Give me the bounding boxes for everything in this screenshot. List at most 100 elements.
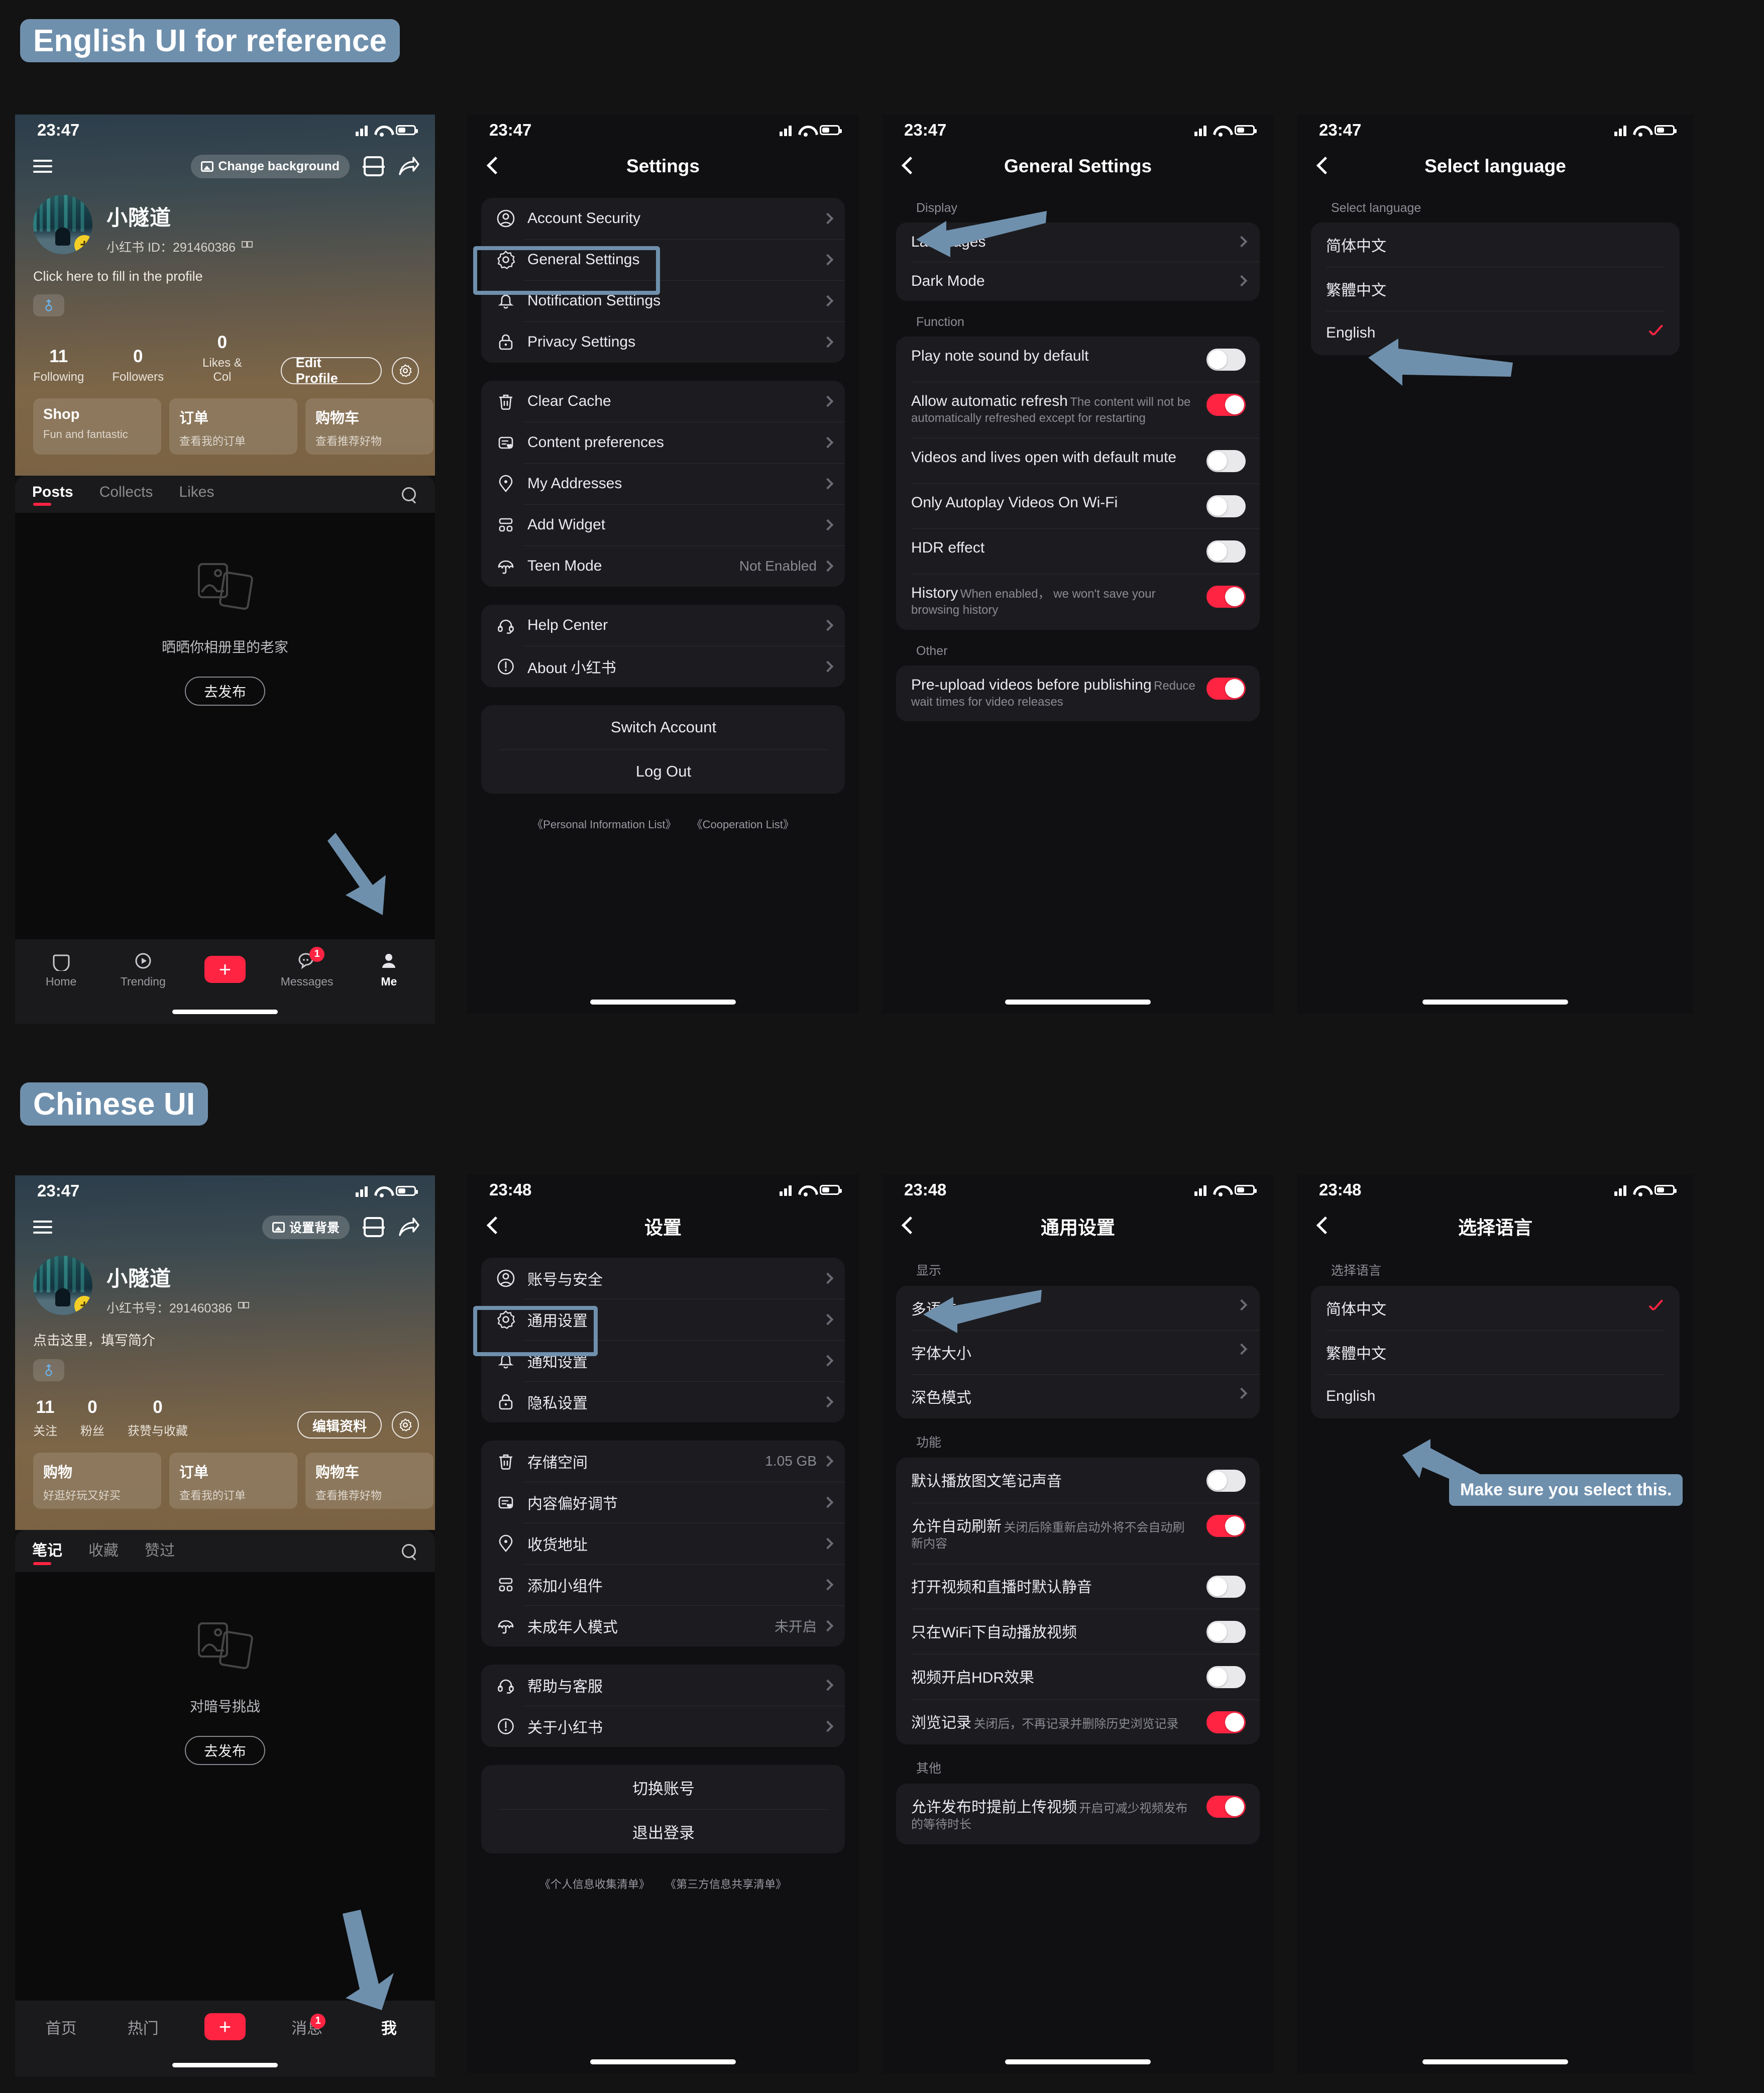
log-out-button[interactable]: Log Out [481, 749, 845, 794]
tab-notes[interactable]: 笔记 [32, 1538, 62, 1565]
settings-row-about[interactable]: 关于小红书 [481, 1706, 845, 1747]
scan-icon[interactable] [363, 155, 385, 177]
stat-likes[interactable]: 0 获赞与收藏 [128, 1398, 188, 1439]
row-hdr-effect[interactable]: HDR effect [896, 528, 1260, 574]
language-option-traditional-chinese[interactable]: 繁體中文 [1311, 1330, 1680, 1374]
search-icon[interactable] [401, 1543, 418, 1560]
settings-row-about[interactable]: About 小红书 [481, 646, 845, 687]
back-icon[interactable] [897, 155, 919, 177]
settings-gear-button[interactable] [392, 357, 419, 384]
row-history[interactable]: 浏览记录 关闭后，不再记录并删除历史浏览记录 [896, 1699, 1260, 1744]
row-languages[interactable]: Languages [896, 223, 1260, 262]
personal-information-list-link[interactable]: 《Personal Information List》 [532, 818, 676, 831]
menu-icon[interactable] [33, 156, 52, 176]
share-icon[interactable] [397, 1216, 420, 1238]
nav-trending[interactable]: 热门 [116, 2016, 171, 2038]
row-font-size[interactable]: 字体大小 [896, 1330, 1260, 1374]
back-icon[interactable] [482, 155, 504, 177]
toggle-default-mute[interactable] [1206, 1575, 1246, 1598]
avatar-add-icon[interactable]: + [74, 235, 92, 254]
toggle-autoplay-wifi[interactable] [1206, 495, 1246, 517]
log-out-button[interactable]: 退出登录 [481, 1809, 845, 1853]
row-autoplay-wifi[interactable]: 只在WiFi下自动播放视频 [896, 1608, 1260, 1654]
back-icon[interactable] [1312, 155, 1334, 177]
avatar[interactable]: + [33, 195, 92, 254]
toggle-hdr-effect[interactable] [1206, 1666, 1246, 1688]
row-default-mute[interactable]: Videos and lives open with default mute [896, 437, 1260, 483]
language-option-simplified-chinese[interactable]: 简体中文 [1311, 1286, 1680, 1330]
tab-collects[interactable]: 收藏 [88, 1538, 119, 1565]
back-icon[interactable] [1312, 1215, 1334, 1237]
profile-card[interactable]: 订单 查看我的订单 [169, 1453, 297, 1509]
profile-card[interactable]: 订单 查看我的订单 [169, 398, 297, 455]
edit-profile-button[interactable]: 编辑资料 [297, 1411, 382, 1439]
settings-row-add-widget[interactable]: Add Widget [481, 504, 845, 545]
language-option-simplified-chinese[interactable]: 简体中文 [1311, 223, 1680, 267]
publish-button[interactable]: 去发布 [184, 677, 265, 706]
toggle-preupload-videos[interactable] [1206, 677, 1246, 700]
change-background-button[interactable]: Change background [191, 154, 350, 178]
settings-row-privacy-settings[interactable]: Privacy Settings [481, 321, 845, 363]
settings-row-content-preferences[interactable]: 内容偏好调节 [481, 1482, 845, 1523]
row-hdr-effect[interactable]: 视频开启HDR效果 [896, 1654, 1260, 1699]
qrcode-icon[interactable] [242, 241, 253, 252]
edit-profile-button[interactable]: Edit Profile [280, 355, 382, 386]
change-background-button[interactable]: 设置背景 [262, 1215, 350, 1239]
tab-likes[interactable]: Likes [179, 484, 214, 506]
stat-following[interactable]: 11 关注 [33, 1398, 57, 1439]
row-allow-auto-refresh[interactable]: Allow automatic refresh The content will… [896, 382, 1260, 438]
back-icon[interactable] [897, 1215, 919, 1237]
cooperation-list-link[interactable]: 《Cooperation List》 [692, 818, 794, 831]
settings-row-storage[interactable]: 存储空间 1.05 GB [481, 1441, 845, 1482]
switch-account-button[interactable]: 切换账号 [481, 1765, 845, 1809]
nav-home[interactable]: Home [34, 951, 89, 988]
search-icon[interactable] [401, 486, 418, 503]
share-icon[interactable] [397, 155, 420, 177]
profile-card[interactable]: 购物车 查看推荐好物 [305, 398, 433, 455]
row-dark-mode[interactable]: Dark Mode [896, 262, 1260, 301]
switch-account-button[interactable]: Switch Account [481, 705, 845, 749]
nav-messages[interactable]: 1 Messages [279, 946, 335, 988]
settings-row-help-center[interactable]: 帮助与客服 [481, 1665, 845, 1706]
settings-row-content-preferences[interactable]: Content preferences [481, 422, 845, 463]
settings-row-clear-cache[interactable]: Clear Cache [481, 381, 845, 422]
toggle-play-note-sound[interactable] [1206, 349, 1246, 371]
stat-following[interactable]: 11 Following [33, 348, 84, 384]
toggle-default-mute[interactable] [1206, 450, 1246, 472]
settings-row-my-addresses[interactable]: My Addresses [481, 463, 845, 504]
profile-card[interactable]: Shop Fun and fantastic [33, 398, 161, 455]
row-preupload-videos[interactable]: 允许发布时提前上传视频 开启可减少视频发布的等待时长 [896, 1784, 1260, 1844]
nav-create[interactable]: + [197, 956, 253, 983]
settings-row-general-settings[interactable]: 通用设置 [481, 1299, 845, 1340]
nav-me[interactable]: Me [361, 951, 416, 988]
qrcode-icon[interactable] [238, 1302, 250, 1313]
row-play-note-sound[interactable]: 默认播放图文笔记声音 [896, 1458, 1260, 1503]
toggle-autoplay-wifi[interactable] [1206, 1620, 1246, 1643]
row-default-mute[interactable]: 打开视频和直播时默认静音 [896, 1563, 1260, 1609]
tab-liked[interactable]: 赞过 [145, 1538, 175, 1565]
tab-collects[interactable]: Collects [99, 484, 153, 506]
row-dark-mode[interactable]: 深色模式 [896, 1374, 1260, 1418]
personal-information-list-link[interactable]: 《个人信息收集清单》 [539, 1878, 650, 1891]
row-autoplay-wifi[interactable]: Only Autoplay Videos On Wi-Fi [896, 483, 1260, 528]
row-history[interactable]: History When enabled， we won't save your… [896, 573, 1260, 630]
settings-row-account-security[interactable]: Account Security [481, 198, 845, 239]
avatar-add-icon[interactable]: + [74, 1296, 92, 1315]
row-languages[interactable]: 多语言 [896, 1286, 1260, 1330]
nav-me[interactable]: 我 [361, 2016, 416, 2038]
settings-row-teen-mode[interactable]: 未成年人模式 未开启 [481, 1605, 845, 1646]
stat-followers[interactable]: 0 Followers [112, 348, 164, 384]
language-option-traditional-chinese[interactable]: 繁體中文 [1311, 267, 1680, 311]
settings-row-my-addresses[interactable]: 收货地址 [481, 1523, 845, 1564]
stat-followers[interactable]: 0 粉丝 [80, 1398, 104, 1439]
toggle-history[interactable] [1206, 585, 1246, 608]
toggle-allow-auto-refresh[interactable] [1206, 394, 1246, 416]
avatar[interactable]: + [33, 1256, 92, 1315]
row-preupload-videos[interactable]: Pre-upload videos before publishing Redu… [896, 666, 1260, 722]
settings-row-notification-settings[interactable]: Notification Settings [481, 280, 845, 321]
publish-button[interactable]: 去发布 [184, 1736, 265, 1765]
toggle-play-note-sound[interactable] [1206, 1470, 1246, 1492]
toggle-history[interactable] [1206, 1711, 1246, 1733]
back-icon[interactable] [482, 1215, 504, 1237]
settings-gear-button[interactable] [392, 1411, 419, 1439]
